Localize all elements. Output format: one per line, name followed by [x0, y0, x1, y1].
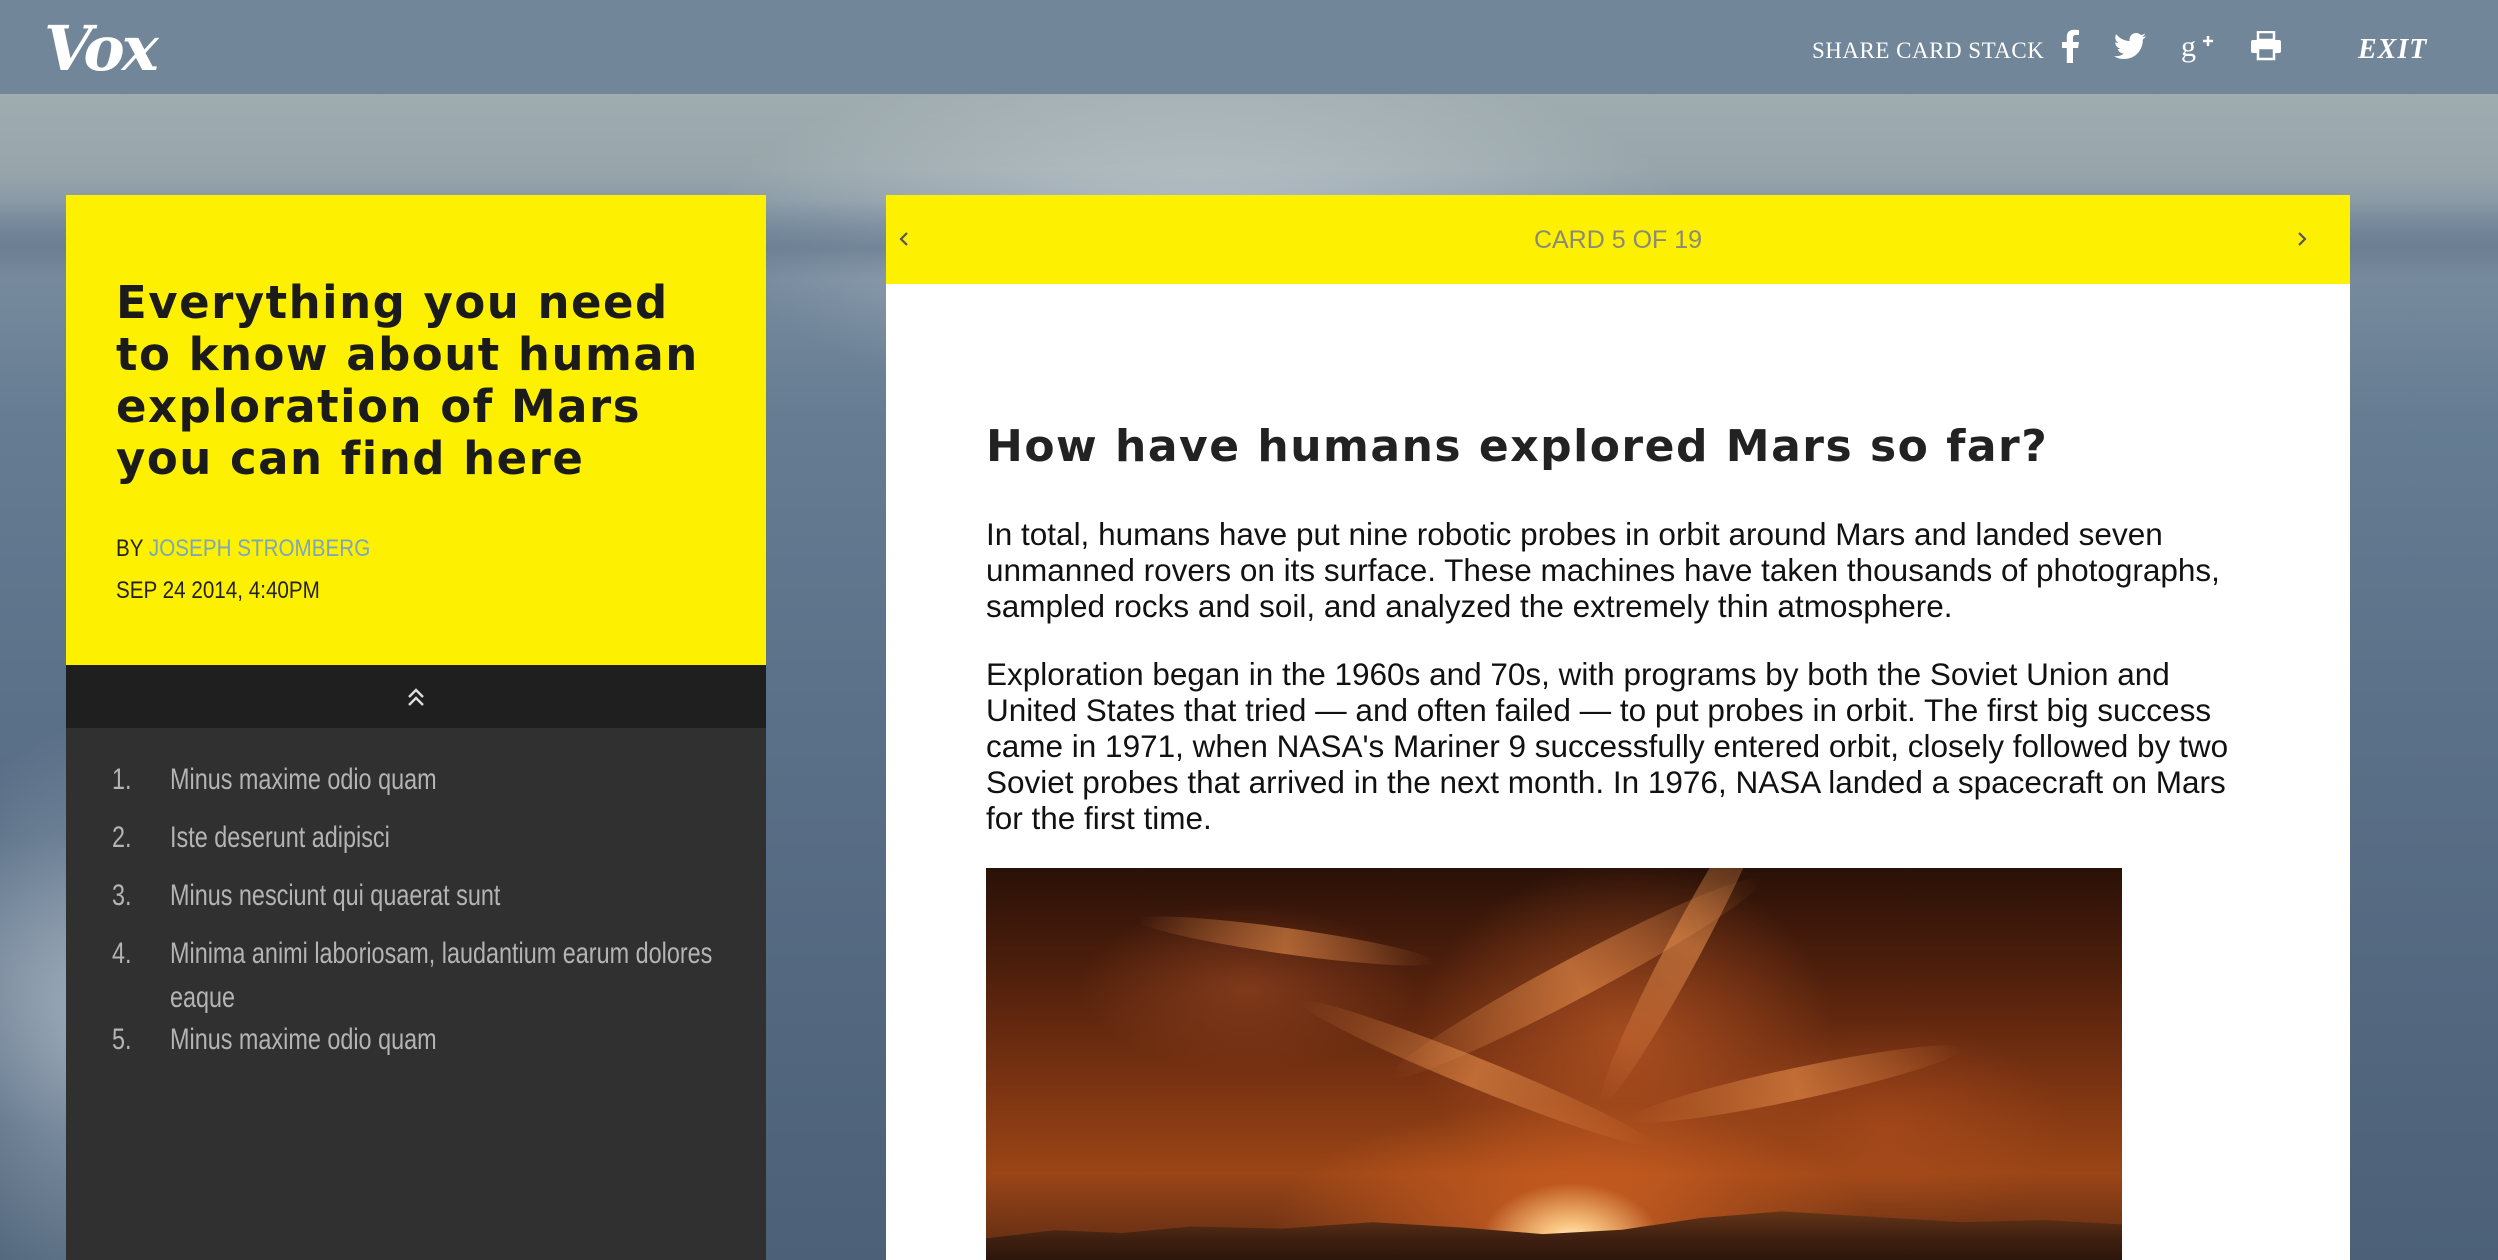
twitter-icon[interactable]: [2110, 26, 2150, 66]
card-content: How have humans explored Mars so far? In…: [886, 284, 2350, 1260]
mars-sunset-image: [986, 868, 2122, 1260]
author-link[interactable]: JOSEPH STROMBERG: [149, 535, 370, 562]
publish-date: SEP 24 2014, 4:40PM: [116, 577, 320, 604]
vox-logo[interactable]: Vox: [44, 12, 159, 85]
card-list-number: 1.: [112, 763, 132, 796]
card-list-label: Minus maxime odio quam: [170, 1023, 437, 1056]
card-list-label: Minus nesciunt qui quaerat sunt: [170, 879, 501, 912]
next-card-button[interactable]: [2284, 221, 2320, 257]
byline-prefix: BY: [116, 535, 144, 562]
card-list-number: 2.: [112, 821, 132, 854]
card-title: How have humans explored Mars so far?: [986, 421, 2049, 472]
card-list-number: 3.: [112, 879, 132, 912]
card-list-number: 4.: [112, 937, 132, 970]
card-list-item[interactable]: 2. Iste deserunt adipisci: [66, 816, 766, 860]
article-title: Everything you need to know about human …: [116, 276, 699, 485]
top-bar: Vox SHARE CARD STACK g EXIT: [0, 0, 2498, 94]
card-list-label: Minima animi laboriosam, laudantium earu…: [170, 937, 713, 1014]
card-list-item[interactable]: 5. Minus maxime odio quam: [66, 1018, 766, 1062]
share-card-stack-label: SHARE CARD STACK: [1812, 38, 2045, 63]
card-list-item[interactable]: 4. Minima animi laboriosam, laudantium e…: [66, 932, 766, 1020]
collapse-toc-button[interactable]: [66, 665, 766, 728]
card-list-label: Iste deserunt adipisci: [170, 821, 390, 854]
card-list: 1. Minus maxime odio quam 2. Iste deseru…: [66, 728, 766, 1260]
chevron-right-icon: [2298, 232, 2307, 246]
svg-text:g: g: [2181, 30, 2196, 63]
card-list-item[interactable]: 1. Minus maxime odio quam: [66, 758, 766, 802]
card-paragraph: In total, humans have put nine robotic p…: [986, 516, 2220, 624]
card-counter: CARD 5 OF 19: [1533, 226, 1703, 254]
google-plus-icon[interactable]: g: [2178, 26, 2218, 66]
card-list-label: Minus maxime odio quam: [170, 763, 437, 796]
card-list-number: 5.: [112, 1023, 132, 1056]
page: Vox SHARE CARD STACK g EXIT Everything y…: [0, 0, 2498, 1260]
card-paragraph: Exploration began in the 1960s and 70s, …: [986, 656, 2229, 836]
card-navigation-bar: CARD 5 OF 19: [886, 195, 2350, 284]
article-header-panel: Everything you need to know about human …: [66, 195, 766, 665]
card-list-item[interactable]: 3. Minus nesciunt qui quaerat sunt: [66, 874, 766, 918]
double-chevron-up-icon: [408, 687, 424, 706]
byline: BY JOSEPH STROMBERG: [116, 535, 370, 563]
print-icon[interactable]: [2246, 26, 2286, 66]
exit-button[interactable]: EXIT: [2358, 34, 2427, 66]
facebook-icon[interactable]: [2050, 26, 2090, 66]
